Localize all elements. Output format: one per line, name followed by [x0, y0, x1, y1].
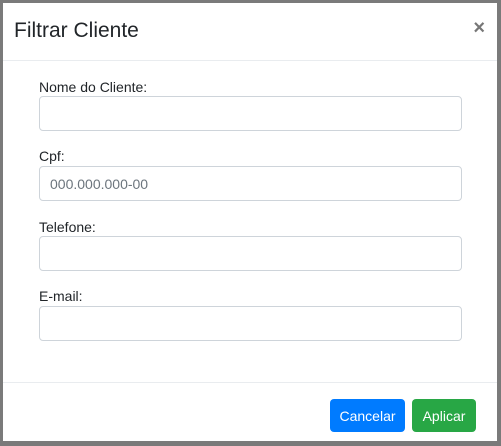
- client-name-label: Nome do Cliente:: [39, 79, 148, 95]
- cancel-button[interactable]: Cancelar: [330, 399, 405, 432]
- modal-footer: Cancelar Aplicar: [3, 382, 497, 441]
- phone-label: Telefone:: [39, 219, 96, 235]
- cpf-label: Cpf:: [39, 148, 65, 164]
- email-input[interactable]: [39, 306, 462, 341]
- filter-client-modal: Filtrar Cliente × Nome do Cliente: Cpf: …: [3, 3, 497, 441]
- apply-button[interactable]: Aplicar: [412, 399, 476, 432]
- phone-input[interactable]: [39, 236, 462, 271]
- client-name-input[interactable]: [39, 96, 462, 131]
- modal-header: Filtrar Cliente ×: [3, 3, 497, 61]
- cpf-input[interactable]: [39, 166, 462, 201]
- close-icon[interactable]: ×: [473, 17, 485, 40]
- modal-title: Filtrar Cliente: [14, 19, 139, 42]
- email-label: E-mail:: [39, 288, 83, 304]
